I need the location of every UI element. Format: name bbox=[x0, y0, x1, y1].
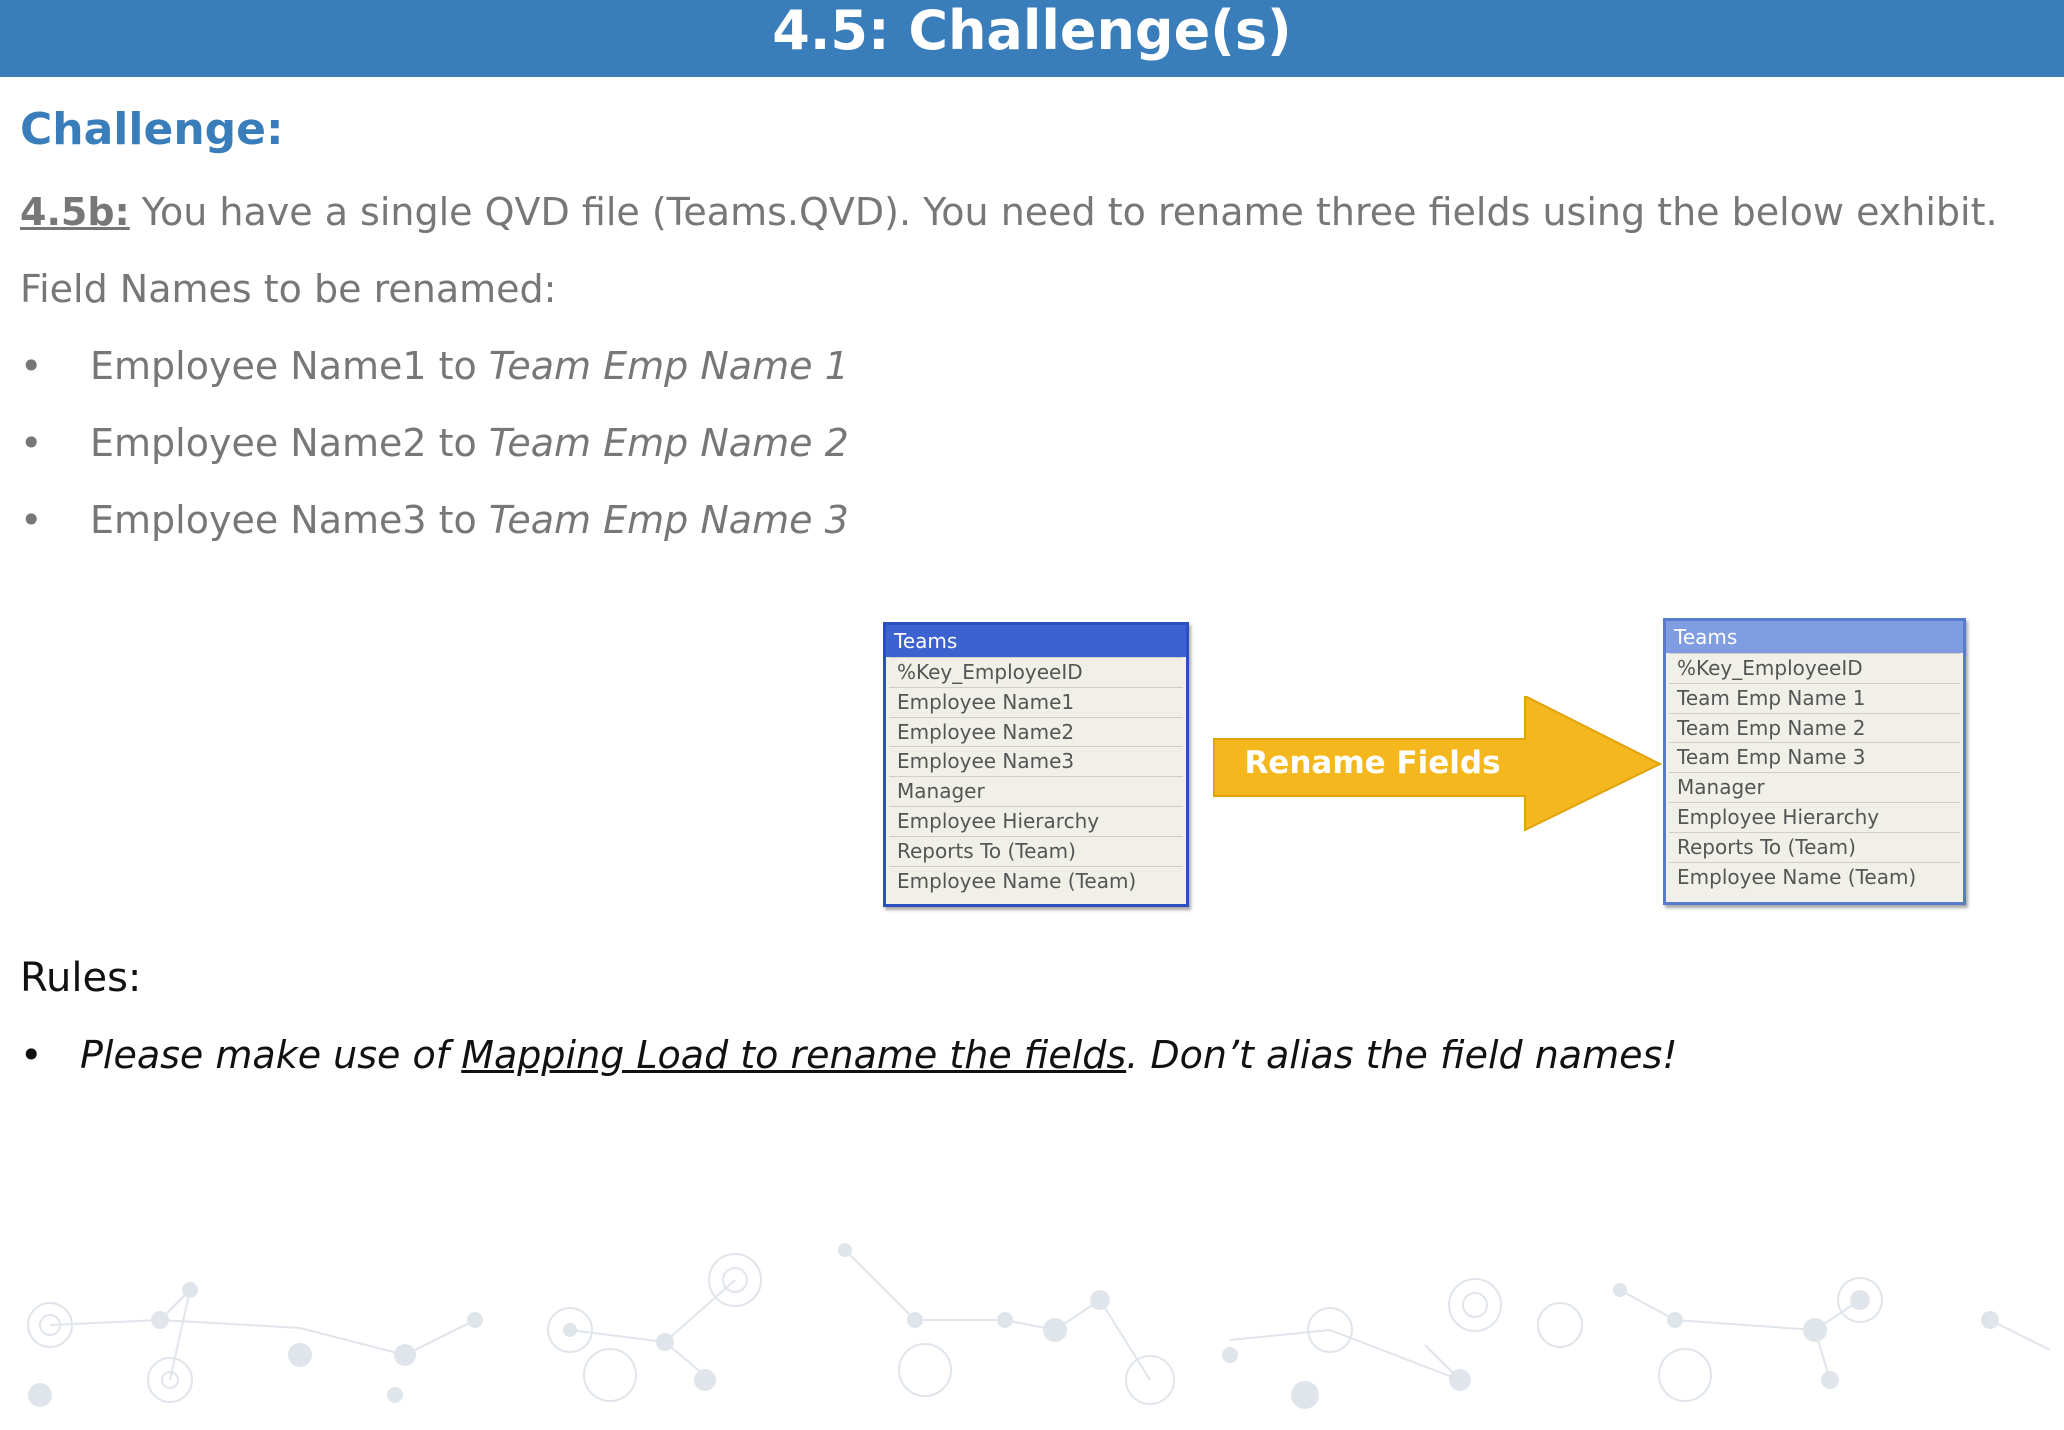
teams-table-before: Teams %Key_EmployeeID Employee Name1 Emp… bbox=[883, 622, 1189, 907]
rename-item-2: • Employee Name2 to Team Emp Name 2 bbox=[20, 421, 849, 465]
slide-header: 4.5: Challenge(s) bbox=[0, 0, 2064, 77]
rule-text-before: Please make use of bbox=[80, 1033, 462, 1077]
rename-to: Team Emp Name 3 bbox=[488, 498, 849, 542]
table-field: %Key_EmployeeID bbox=[889, 657, 1183, 687]
table-field: Reports To (Team) bbox=[1669, 831, 1960, 862]
rename-from: Employee Name3 to bbox=[90, 498, 489, 542]
rule-item: • Please make use of Mapping Load to rena… bbox=[20, 1033, 1678, 1077]
table-field: Employee Name1 bbox=[889, 686, 1183, 717]
table-field: Manager bbox=[1669, 772, 1960, 802]
rename-item-1: • Employee Name1 to Team Emp Name 1 bbox=[20, 344, 849, 388]
rename-to: Team Emp Name 1 bbox=[488, 344, 849, 388]
slide-title: 4.5: Challenge(s) bbox=[772, 0, 1292, 62]
rule-link: Mapping Load to rename the fields bbox=[461, 1033, 1127, 1077]
table-title: Teams bbox=[886, 625, 1186, 657]
table-field: Employee Name2 bbox=[889, 716, 1183, 747]
table-field: Employee Hierarchy bbox=[889, 805, 1183, 836]
rules-heading: Rules: bbox=[20, 955, 142, 1001]
rename-from: Employee Name1 to bbox=[90, 344, 489, 388]
table-field: Employee Name3 bbox=[889, 746, 1183, 777]
rename-item-3: • Employee Name3 to Team Emp Name 3 bbox=[20, 498, 849, 542]
bullet-icon: • bbox=[20, 421, 43, 465]
rule-text-after: . Don’t alias the field names! bbox=[1126, 1033, 1678, 1077]
table-field: Employee Name (Team) bbox=[889, 865, 1183, 896]
table-field: Employee Name (Team) bbox=[1669, 861, 1960, 892]
table-field: %Key_EmployeeID bbox=[1669, 653, 1960, 683]
bullet-icon: • bbox=[20, 498, 43, 542]
table-field: Team Emp Name 2 bbox=[1669, 712, 1960, 743]
description-text: You have a single QVD file (Teams.QVD). … bbox=[129, 190, 1998, 234]
bullet-icon: • bbox=[20, 344, 43, 388]
rename-from: Employee Name2 to bbox=[90, 421, 489, 465]
network-pattern-decoration bbox=[27, 1243, 2051, 1409]
rename-subheading: Field Names to be renamed: bbox=[20, 267, 557, 311]
teams-table-after: Teams %Key_EmployeeID Team Emp Name 1 Te… bbox=[1663, 618, 1966, 905]
table-title: Teams bbox=[1666, 621, 1963, 653]
rename-to: Team Emp Name 2 bbox=[488, 421, 849, 465]
table-field: Team Emp Name 3 bbox=[1669, 742, 1960, 773]
challenge-description: 4.5b: You have a single QVD file (Teams.… bbox=[20, 190, 1998, 234]
challenge-id: 4.5b: bbox=[20, 190, 130, 234]
arrow-label: Rename Fields bbox=[1244, 745, 1501, 781]
table-field: Employee Hierarchy bbox=[1669, 801, 1960, 832]
table-field: Reports To (Team) bbox=[889, 835, 1183, 866]
table-field: Manager bbox=[889, 776, 1183, 806]
challenge-heading: Challenge: bbox=[20, 104, 284, 155]
table-field: Team Emp Name 1 bbox=[1669, 682, 1960, 713]
bullet-icon: • bbox=[20, 1033, 43, 1077]
